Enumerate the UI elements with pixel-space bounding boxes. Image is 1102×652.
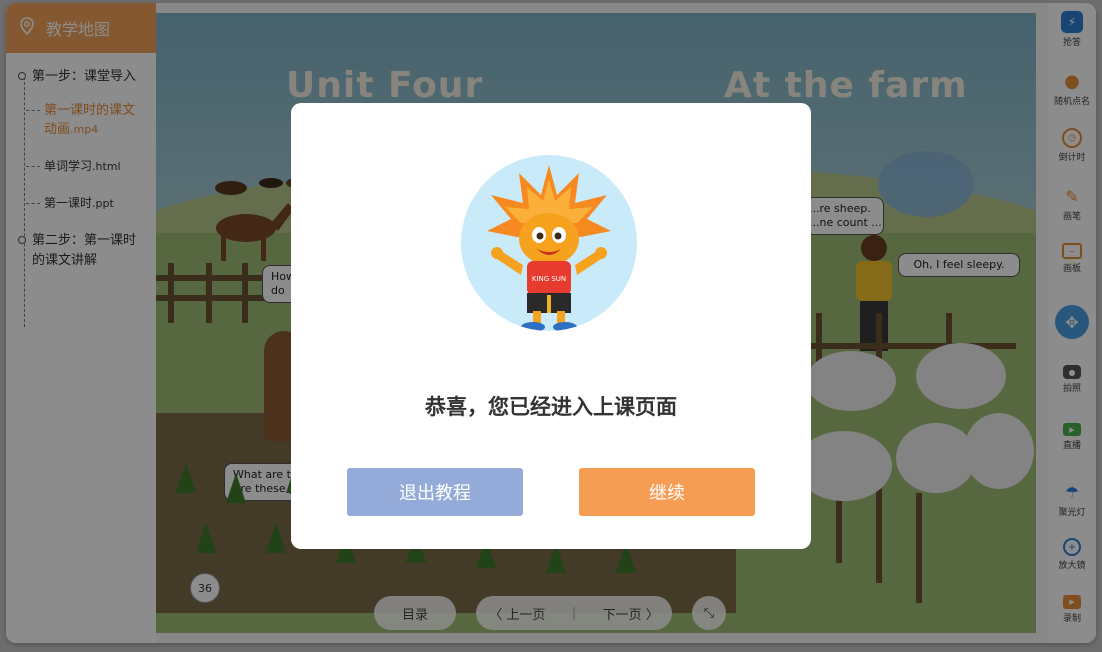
exit-tutorial-button[interactable]: 退出教程 [347,468,523,516]
mascot-avatar: KING SUN [461,155,637,331]
continue-button[interactable]: 继续 [579,468,755,516]
tutorial-complete-dialog: KING SUN 恭喜，您已经进入上课页面 退出教程 继续 [291,103,811,549]
mascot-badge-text: KING SUN [532,275,566,283]
dialog-message: 恭喜，您已经进入上课页面 [425,395,677,419]
sun-mascot-icon: KING SUN [487,165,611,331]
